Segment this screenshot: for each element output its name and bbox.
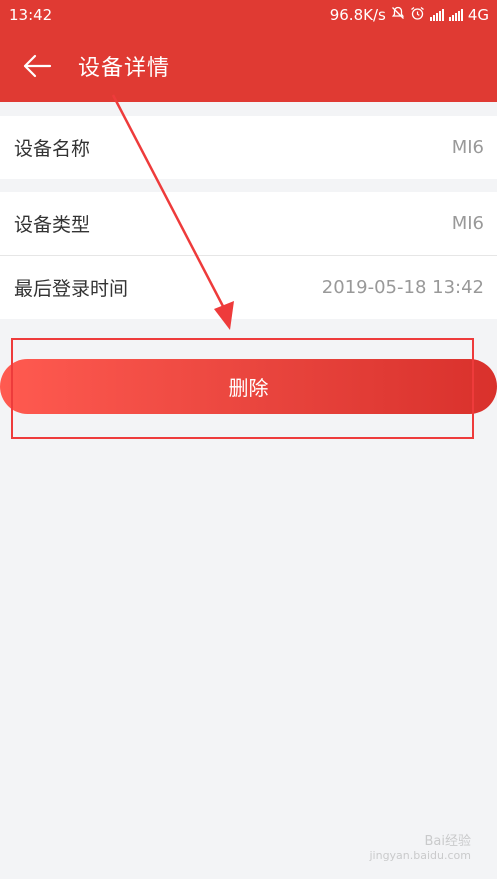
watermark-brand: Bai经验 — [424, 834, 472, 849]
alarm-icon — [410, 6, 425, 25]
detail-value: MI6 — [451, 213, 484, 234]
signal-icon — [429, 9, 444, 21]
page-title: 设备详情 — [78, 56, 171, 81]
status-bar: 13:42 96.8K/s 4G — [0, 0, 497, 30]
status-icons: 96.8K/s 4G — [330, 6, 489, 25]
back-button[interactable] — [8, 30, 66, 102]
app-bar: 设备详情 — [0, 30, 497, 102]
network-speed: 96.8K/s — [329, 6, 386, 24]
back-arrow-icon — [23, 54, 52, 78]
detail-row: 设备类型 MI6 — [0, 192, 497, 255]
device-info-card: 设备类型 MI6 最后登录时间 2019-05-18 13:42 — [0, 192, 497, 319]
annotation-highlight-box — [11, 338, 474, 439]
device-name-card: 设备名称 MI6 — [0, 116, 497, 179]
watermark-url: jingyan.baidu.com — [369, 849, 471, 862]
detail-value: 2019-05-18 13:42 — [321, 277, 484, 298]
network-type: 4G — [467, 6, 489, 24]
status-time: 13:42 — [9, 6, 53, 24]
detail-label: 设备类型 — [14, 214, 91, 236]
detail-row: 设备名称 MI6 — [0, 116, 497, 179]
detail-label: 最后登录时间 — [14, 278, 129, 300]
detail-row: 最后登录时间 2019-05-18 13:42 — [0, 256, 497, 319]
watermark: Bai经验 jingyan.baidu.com — [369, 835, 471, 863]
detail-value: MI6 — [451, 137, 484, 158]
detail-label: 设备名称 — [14, 138, 91, 160]
signal-icon-2 — [448, 9, 463, 21]
mute-bell-icon — [391, 6, 405, 24]
